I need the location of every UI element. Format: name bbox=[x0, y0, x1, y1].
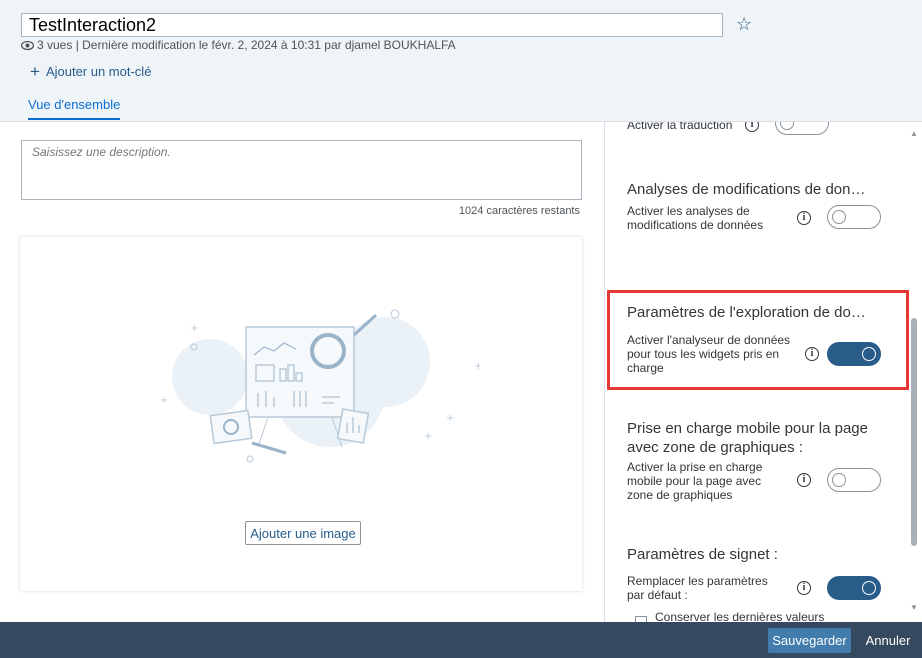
toggle-knob bbox=[862, 581, 876, 595]
explorer-label-3: charge bbox=[627, 361, 664, 375]
dashboard-illustration: + + + + + bbox=[160, 309, 480, 463]
explorer-title: Paramètres de l'exploration de do… bbox=[627, 304, 866, 321]
meta-text: 3 vues | Dernière modification le févr. … bbox=[37, 38, 456, 52]
meta-info: 3 vues | Dernière modification le févr. … bbox=[21, 38, 456, 52]
plus-icon: + bbox=[30, 61, 40, 81]
mobile-label-1: Activer la prise en charge bbox=[627, 460, 763, 474]
scrollbar-thumb[interactable] bbox=[911, 318, 917, 546]
explorer-label-1: Activer l'analyseur de données bbox=[627, 333, 791, 347]
info-icon[interactable]: i bbox=[797, 581, 811, 595]
explorer-toggle[interactable] bbox=[827, 342, 881, 366]
bookmark-toggle[interactable] bbox=[827, 576, 881, 600]
scroll-down-arrow[interactable]: ▼ bbox=[909, 604, 919, 612]
toggle-knob bbox=[780, 122, 794, 130]
add-image-button[interactable]: Ajouter une image bbox=[245, 521, 361, 545]
svg-text:+: + bbox=[424, 431, 432, 442]
info-icon[interactable]: i bbox=[805, 347, 819, 361]
star-icon[interactable]: ☆ bbox=[736, 14, 752, 34]
footer: Sauvegarder Annuler bbox=[0, 622, 922, 658]
svg-text:+: + bbox=[446, 413, 454, 424]
svg-text:+: + bbox=[474, 361, 480, 372]
toggle-knob bbox=[832, 210, 846, 224]
explorer-label-2: pour tous les widgets pris en bbox=[627, 347, 780, 361]
toggle-knob bbox=[862, 347, 876, 361]
eye-icon bbox=[21, 40, 34, 50]
translation-toggle[interactable] bbox=[775, 122, 829, 135]
info-icon[interactable]: i bbox=[745, 122, 759, 132]
info-icon[interactable]: i bbox=[797, 211, 811, 225]
info-icon[interactable]: i bbox=[797, 473, 811, 487]
keep-last-values-label: Conserver les dernières valeurs bbox=[655, 610, 825, 622]
mobile-title-1: Prise en charge mobile pour la page bbox=[627, 420, 868, 437]
save-button[interactable]: Sauvegarder bbox=[768, 628, 851, 653]
bookmark-title: Paramètres de signet : bbox=[627, 546, 778, 563]
chars-remaining: 1024 caractères restants bbox=[458, 205, 580, 217]
bookmark-label-1: Remplacer les paramètres bbox=[627, 574, 768, 588]
svg-text:+: + bbox=[160, 395, 168, 406]
mobile-title-2: avec zone de graphiques : bbox=[627, 439, 803, 456]
description-input[interactable]: Saisissez une description. bbox=[21, 140, 582, 200]
settings-panel: Activer la traduction i Analyses de modi… bbox=[604, 122, 922, 622]
header: TestInteraction2 ☆ 3 vues | Dernière mod… bbox=[0, 0, 922, 122]
tab-overview[interactable]: Vue d'ensemble bbox=[28, 97, 121, 120]
mobile-toggle[interactable] bbox=[827, 468, 881, 492]
bookmark-label-2: par défaut : bbox=[627, 588, 688, 602]
add-tag-button[interactable]: + Ajouter un mot-clé bbox=[30, 61, 152, 81]
image-card: + + + + + Ajouter une image bbox=[20, 237, 582, 591]
data-change-title: Analyses de modifications de don… bbox=[627, 181, 866, 198]
cancel-button[interactable]: Annuler bbox=[858, 628, 918, 653]
data-change-label-2: modifications de données bbox=[627, 218, 764, 232]
scroll-up-arrow[interactable]: ▲ bbox=[909, 130, 919, 138]
translation-label: Activer la traduction bbox=[627, 122, 733, 132]
toggle-knob bbox=[832, 473, 846, 487]
data-change-label-1: Activer les analyses de bbox=[627, 204, 750, 218]
mobile-label-3: zone de graphiques bbox=[627, 488, 733, 502]
svg-text:+: + bbox=[190, 323, 198, 334]
title-input[interactable]: TestInteraction2 bbox=[21, 13, 723, 37]
add-tag-label: Ajouter un mot-clé bbox=[45, 64, 152, 79]
data-change-toggle[interactable] bbox=[827, 205, 881, 229]
mobile-label-2: mobile pour la page avec bbox=[627, 474, 762, 488]
